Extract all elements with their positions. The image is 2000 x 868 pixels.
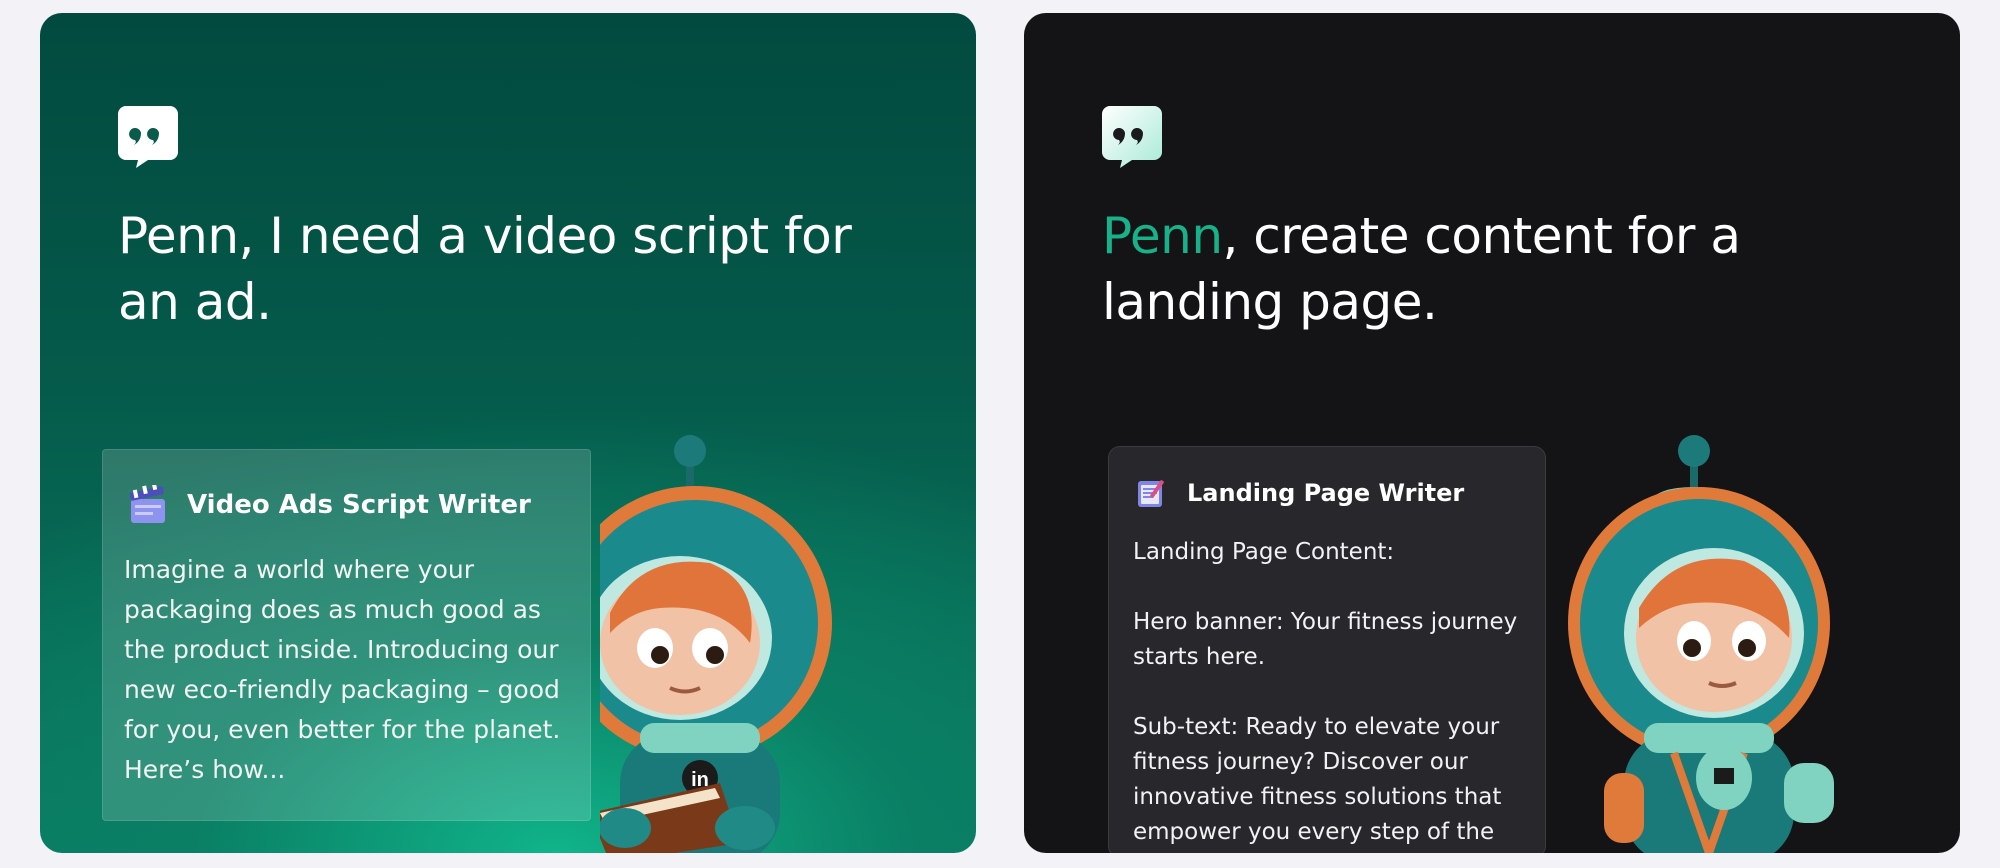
notepad-icon [1138, 480, 1164, 507]
quote-bubble-icon [118, 106, 178, 168]
astronaut-mascot-reading: in [600, 435, 832, 853]
headline: Penn, I need a video script for an ad. [118, 207, 852, 331]
panel-header: Landing Page Writer [1135, 477, 1464, 509]
panel-body-text: Landing Page Content: Hero banner: Your … [1133, 539, 1518, 845]
response-panel: Landing Page Writer Landing Page Content… [1108, 446, 1546, 853]
panel-body-text: Imagine a world where your packaging doe… [124, 555, 569, 784]
headline: Penn, create content for a landing page. [1102, 203, 1882, 335]
panel-title: Landing Page Writer [1187, 479, 1465, 507]
prompt-card-video-script: Penn, I need a video script for an ad. V… [40, 13, 976, 853]
response-panel: Video Ads Script Writer Imagine a world … [102, 449, 591, 821]
panel-header: Video Ads Script Writer [129, 485, 531, 525]
headline-accent: Penn [1102, 207, 1223, 265]
quote-bubble-icon [1102, 106, 1162, 168]
prompt-card-landing-page: Penn, create content for a landing page.… [1024, 13, 1960, 853]
clapperboard-icon [129, 485, 165, 523]
panel-title: Video Ads Script Writer [187, 490, 531, 520]
astronaut-mascot-waving [1568, 435, 1834, 853]
